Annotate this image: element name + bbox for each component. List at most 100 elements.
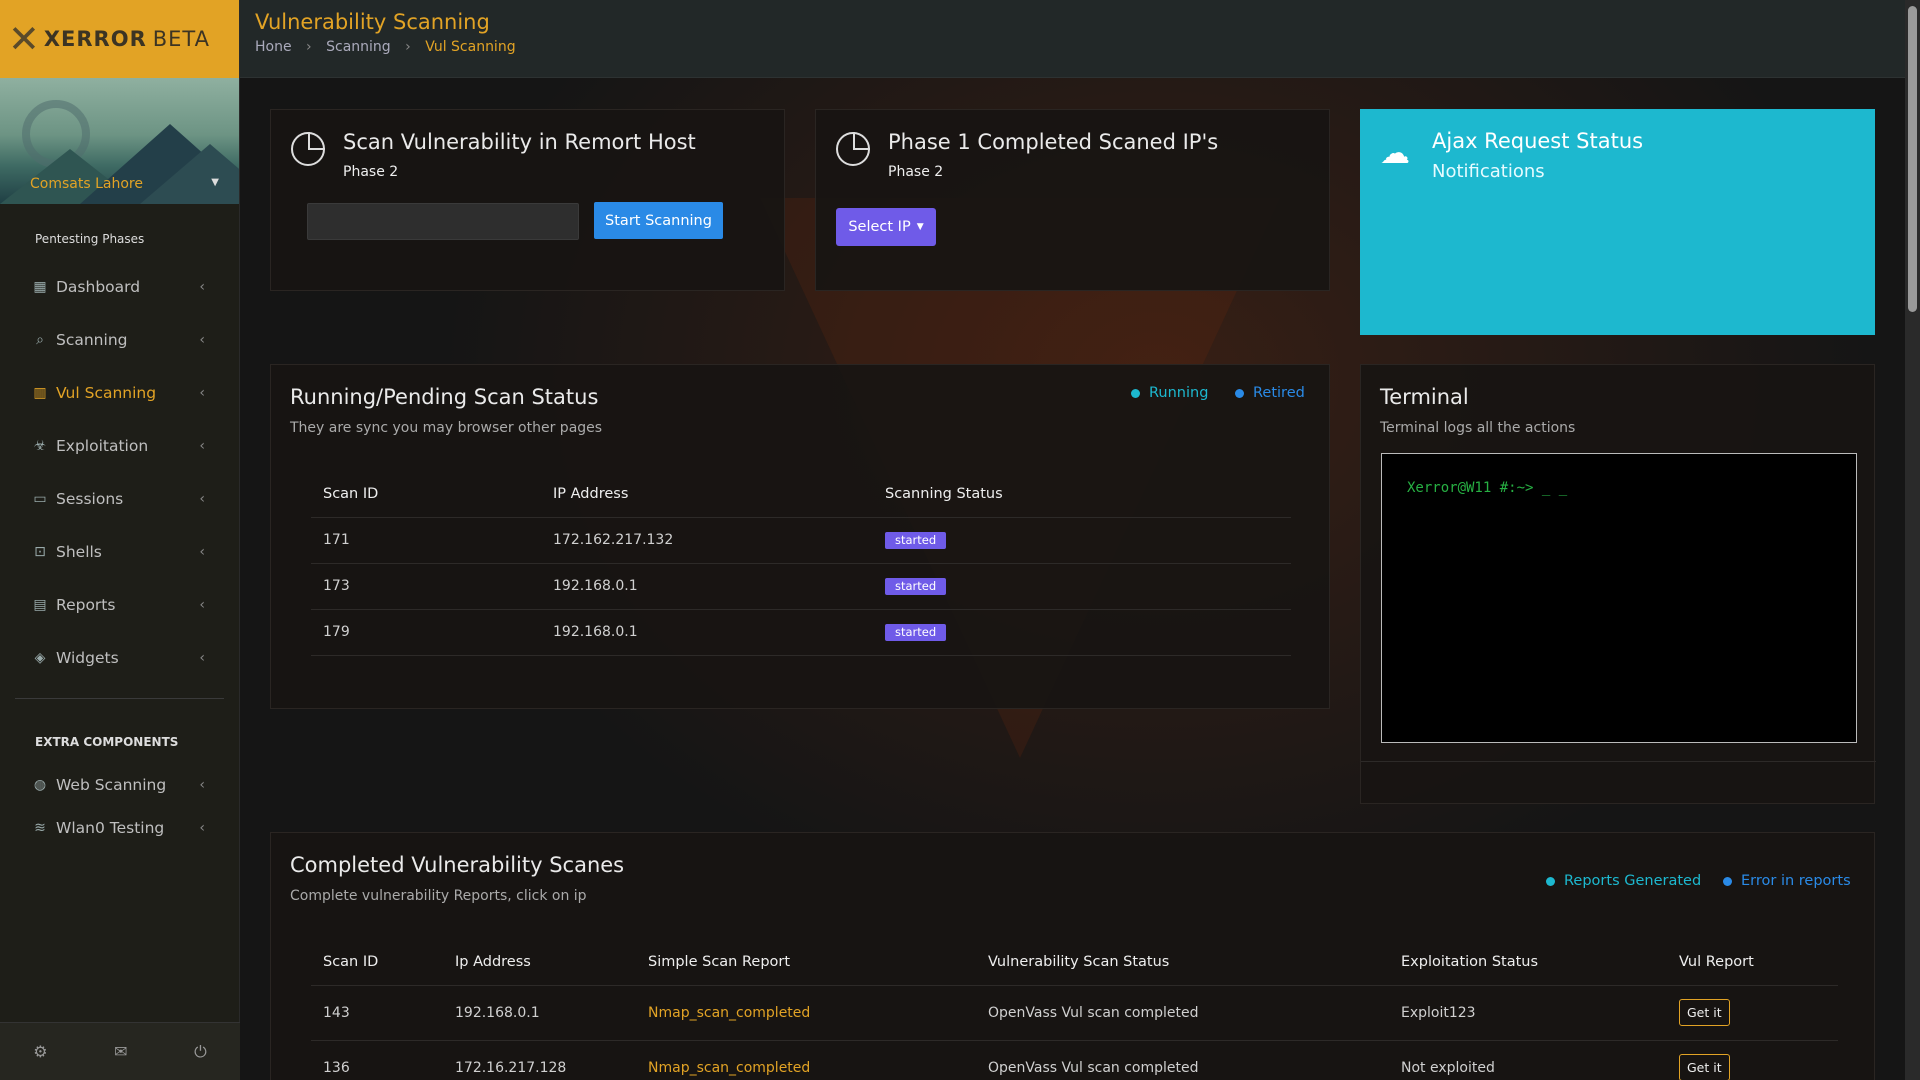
sidebar-item-scanning[interactable]: ⌕ Scanning ‹ [0,313,239,366]
chevron-left-icon: ‹ [199,331,205,348]
power-icon[interactable]: ⏻ [194,1042,207,1062]
gear-icon[interactable]: ⚙ [33,1042,47,1061]
get-it-button[interactable]: Get it [1679,999,1730,1026]
sidebar-item-reports[interactable]: ▤ Reports ‹ [0,578,239,631]
get-it-button[interactable]: Get it [1679,1054,1730,1080]
scan-id: 171 [311,517,541,564]
sidebar-item-dashboard[interactable]: ▦ Dashboard ‹ [0,260,239,313]
column-header: Simple Scan Report [636,939,976,986]
status-badge: started [885,623,947,641]
card-subtitle: Complete vulnerability Reports, click on… [290,888,587,904]
landscape-mountain [140,144,239,204]
barcode-icon: ▥ [33,384,47,401]
column-header: Vul Report [1667,939,1838,986]
breadcrumb: Hone › Scanning › Vul Scanning [255,39,516,55]
legend-label: Retired [1253,385,1305,401]
brand-suffix: BETA [152,27,210,51]
ip-address: 192.168.0.1 [541,609,873,656]
globe-icon: ◍ [33,776,47,793]
table-row[interactable]: 143 192.168.0.1 Nmap_scan_completed Open… [311,985,1838,1041]
sidebar-item-exploitation[interactable]: ☣ Exploitation ‹ [0,419,239,472]
sidebar-item-label: Vul Scanning [56,383,157,402]
ajax-status-card: ☁ Ajax Request Status Notifications [1360,109,1875,335]
card-title: Phase 1 Completed Scaned IP's [888,130,1219,154]
vul-scan-status: OpenVass Vul scan completed [976,985,1389,1041]
scan-id: 173 [311,563,541,610]
divider [1361,761,1876,762]
caret-down-icon[interactable]: ▼ [211,177,219,188]
legend-reports-generated: Reports Generated [1546,873,1701,889]
sidebar-item-label: Sessions [56,489,124,508]
start-scanning-button[interactable]: Start Scanning [594,202,723,239]
laptop-icon: ▭ [33,490,47,507]
simple-scan-report-link[interactable]: Nmap_scan_completed [648,1060,810,1076]
table-header-row: Scan ID Ip Address Simple Scan Report Vu… [311,939,1838,986]
page-title: Vulnerability Scanning [255,10,490,34]
phase1-ips-card: Phase 1 Completed Scaned IP's Phase 2 Se… [815,109,1330,291]
sidebar-item-label: Dashboard [56,277,141,296]
sidebar-item-label: Wlan0 Testing [56,818,165,837]
select-ip-dropdown[interactable]: Select IP ▼ [836,208,936,246]
status-badge: started [885,577,947,595]
user-panel[interactable]: Comsats Lahore ▼ [0,78,239,204]
chevron-left-icon: ‹ [199,278,205,295]
scan-vulnerability-card: Scan Vulnerability in Remort Host Phase … [270,109,785,291]
card-subtitle: They are sync you may browser other page… [290,420,603,436]
completed-scans-table: Scan ID Ip Address Simple Scan Report Vu… [311,939,1838,1080]
nav-section-header: EXTRA COMPONENTS [35,735,179,749]
vertical-scrollbar[interactable] [1905,0,1920,1080]
sidebar-item-wlan0-testing[interactable]: ≋ Wlan0 Testing ‹ [0,806,239,849]
terminal-output[interactable]: Xerror@W11 #:~> _ _ [1381,453,1857,743]
legend-label: Error in reports [1741,873,1851,889]
dashboard-icon: ▦ [33,278,47,295]
legend-dot [1131,388,1140,398]
column-header: Scan ID [311,471,541,518]
card-subtitle: Phase 2 [343,164,399,180]
table-row[interactable]: 173 192.168.0.1 started [311,563,1291,610]
sidebar-footer: ⚙ ✉ ⏻ [0,1022,240,1080]
chevron-left-icon: ‹ [199,437,205,454]
card-title: Scan Vulnerability in Remort Host [343,130,696,154]
sidebar-item-shells[interactable]: ⊡ Shells ‹ [0,525,239,578]
scrollbar-thumb[interactable] [1908,6,1917,312]
user-name[interactable]: Comsats Lahore [30,176,143,192]
breadcrumb-home[interactable]: Hone [255,39,292,55]
host-input[interactable] [307,203,579,240]
sidebar-item-sessions[interactable]: ▭ Sessions ‹ [0,472,239,525]
report-cell: Nmap_scan_completed [636,985,976,1041]
pie-chart-icon [291,132,325,166]
brand-name: XERROR [43,27,147,51]
terminal-icon: ⊡ [34,543,46,560]
running-scan-card: Running/Pending Scan Status They are syn… [270,364,1330,709]
exploitation-status: Not exploited [1389,1040,1667,1080]
legend-retired: Retired [1235,385,1305,401]
sidebar-item-web-scanning[interactable]: ◍ Web Scanning ‹ [0,763,239,806]
running-scan-table: Scan ID IP Address Scanning Status 171 1… [311,471,1291,656]
card-title: Terminal [1380,385,1469,409]
status-cell: started [873,609,1291,656]
table-row[interactable]: 179 192.168.0.1 started [311,609,1291,656]
search-icon: ⌕ [36,331,44,348]
wifi-icon: ≋ [34,819,46,836]
chevron-right-icon: › [306,39,312,55]
chevron-left-icon: ‹ [199,649,205,666]
scan-id: 143 [311,985,443,1041]
ip-address: 192.168.0.1 [541,563,873,610]
card-subtitle: Phase 2 [888,164,944,180]
mail-icon[interactable]: ✉ [114,1042,127,1061]
ip-address: 172.16.217.128 [443,1040,636,1080]
sidebar-item-label: Scanning [56,330,128,349]
pie-chart-icon [836,132,870,166]
simple-scan-report-link[interactable]: Nmap_scan_completed [648,1005,810,1021]
legend-running: Running [1131,385,1208,401]
table-row[interactable]: 171 172.162.217.132 started [311,517,1291,564]
status-cell: started [873,563,1291,610]
sidebar-item-widgets[interactable]: ◈ Widgets ‹ [0,631,239,684]
nav-section-header: Pentesting Phases [35,232,145,246]
sidebar-item-vul-scanning[interactable]: ▥ Vul Scanning ‹ [0,366,239,419]
sidebar-item-label: Widgets [56,648,119,667]
chevron-left-icon: ‹ [199,543,205,560]
table-row[interactable]: 136 172.16.217.128 Nmap_scan_completed O… [311,1040,1838,1080]
breadcrumb-scanning[interactable]: Scanning [326,39,391,55]
brand-logo[interactable]: ✕ XERROR BETA [0,0,239,78]
